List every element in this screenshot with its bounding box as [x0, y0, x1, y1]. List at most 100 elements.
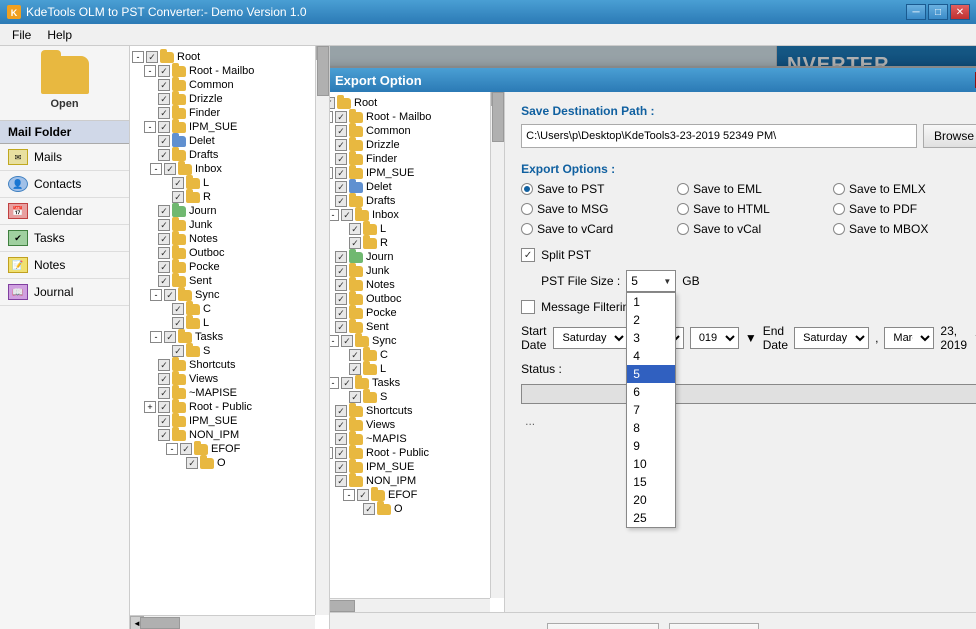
d-tree-sent[interactable]: Sent: [330, 320, 486, 334]
d-check-tasks[interactable]: [341, 377, 353, 389]
d-check-r[interactable]: [349, 237, 361, 249]
sidebar-item-journal[interactable]: 📖 Journal: [0, 279, 129, 306]
tree-item-tasks-folder[interactable]: - Tasks: [130, 330, 315, 344]
checkbox-nonipm[interactable]: [158, 429, 170, 441]
checkbox-drizzle[interactable]: [158, 93, 170, 105]
d-tree-notes[interactable]: Notes: [330, 278, 486, 292]
d-check-delet[interactable]: [335, 181, 347, 193]
radio-msg-circle[interactable]: [521, 203, 533, 215]
checkbox-ipm[interactable]: [158, 121, 170, 133]
checkbox-tasks[interactable]: [164, 331, 176, 343]
checkbox-notes[interactable]: [158, 233, 170, 245]
d-check-o[interactable]: [363, 503, 375, 515]
radio-pdf-circle[interactable]: [833, 203, 845, 215]
opt-5[interactable]: 5: [627, 365, 675, 383]
radio-pst-circle[interactable]: [521, 183, 533, 195]
d-tree-ipm[interactable]: - IPM_SUE: [330, 166, 486, 180]
tree-item-sync[interactable]: - Sync: [130, 288, 315, 302]
start-year-select[interactable]: 019: [690, 327, 739, 349]
tree-item-views[interactable]: Views: [130, 372, 315, 386]
d-check-l[interactable]: [349, 223, 361, 235]
opt-3[interactable]: 3: [627, 329, 675, 347]
d-expand-inbox[interactable]: -: [330, 209, 339, 221]
checkbox-root[interactable]: [146, 51, 158, 63]
d-check-l2[interactable]: [349, 363, 361, 375]
radio-eml-circle[interactable]: [677, 183, 689, 195]
d-tree-pocke[interactable]: Pocke: [330, 306, 486, 320]
checkbox-mapise[interactable]: [158, 387, 170, 399]
checkbox-junk[interactable]: [158, 219, 170, 231]
checkbox-l[interactable]: [172, 177, 184, 189]
expand-icon-public[interactable]: +: [144, 401, 156, 413]
tree-item-l2[interactable]: L: [130, 316, 315, 330]
d-tree-public[interactable]: + Root - Public: [330, 446, 486, 460]
checkbox-journ[interactable]: [158, 205, 170, 217]
tree-item-r[interactable]: R: [130, 190, 315, 204]
d-check-notes[interactable]: [335, 279, 347, 291]
tree-hscrollbar[interactable]: ◄: [130, 615, 315, 629]
d-scroll-thumb-v[interactable]: [492, 92, 504, 142]
msg-filter-checkbox[interactable]: [521, 300, 535, 314]
radio-vcard[interactable]: Save to vCard: [521, 222, 673, 236]
d-check-public[interactable]: [335, 447, 347, 459]
start-day-select[interactable]: Saturday: [553, 327, 628, 349]
checkbox-mailbox[interactable]: [158, 65, 170, 77]
checkbox-sent[interactable]: [158, 275, 170, 287]
tree-item-ipm-sue[interactable]: - IPM_SUE: [130, 120, 315, 134]
d-tree-views[interactable]: Views: [330, 418, 486, 432]
dialog-tree-scroll[interactable]: - Root - Root - Mailbo: [330, 92, 504, 612]
d-check-efof[interactable]: [357, 489, 369, 501]
d-tree-l[interactable]: L: [330, 222, 486, 236]
sidebar-item-notes[interactable]: 📝 Notes: [0, 252, 129, 279]
d-scroll-thumb-h[interactable]: [330, 600, 355, 612]
tree-item-root-mailbox[interactable]: - Root - Mailbo: [130, 64, 315, 78]
expand-icon-mailbox[interactable]: -: [144, 65, 156, 77]
d-check-shortcuts[interactable]: [335, 405, 347, 417]
d-check-outboc[interactable]: [335, 293, 347, 305]
tree-item-shortcuts[interactable]: Shortcuts: [130, 358, 315, 372]
d-check-journ[interactable]: [335, 251, 347, 263]
pst-size-select[interactable]: 5 ▼ 1 2 3 4 5 6: [626, 270, 676, 292]
d-check-finder[interactable]: [335, 153, 347, 165]
tree-item-delet[interactable]: Delet: [130, 134, 315, 148]
d-tree-ipm2[interactable]: IPM_SUE: [330, 460, 486, 474]
tree-vscrollbar[interactable]: ▲: [315, 46, 329, 615]
radio-msg[interactable]: Save to MSG: [521, 202, 673, 216]
tree-item-root[interactable]: - Root: [130, 50, 315, 64]
d-tree-mapise[interactable]: ~MAPIS: [330, 432, 486, 446]
maximize-button[interactable]: □: [928, 4, 948, 20]
radio-vcal-circle[interactable]: [677, 223, 689, 235]
d-tree-journ[interactable]: Journ: [330, 250, 486, 264]
d-expand-public[interactable]: +: [330, 447, 333, 459]
d-check-ipm2[interactable]: [335, 461, 347, 473]
d-check-sync[interactable]: [341, 335, 353, 347]
d-check-pocke[interactable]: [335, 307, 347, 319]
expand-icon-inbox[interactable]: -: [150, 163, 162, 175]
opt-9[interactable]: 9: [627, 437, 675, 455]
d-check-sent[interactable]: [335, 321, 347, 333]
tree-item-outboc[interactable]: Outboc: [130, 246, 315, 260]
d-tree-sync[interactable]: - Sync: [330, 334, 486, 348]
radio-emlx[interactable]: Save to EMLX: [833, 182, 976, 196]
opt-2[interactable]: 2: [627, 311, 675, 329]
d-tree-r[interactable]: R: [330, 236, 486, 250]
tree-item-l[interactable]: L: [130, 176, 315, 190]
opt-6[interactable]: 6: [627, 383, 675, 401]
tree-item-ipm-sue2[interactable]: IPM_SUE: [130, 414, 315, 428]
d-check-drafts[interactable]: [335, 195, 347, 207]
d-check-inbox[interactable]: [341, 209, 353, 221]
radio-mbox-circle[interactable]: [833, 223, 845, 235]
radio-html-circle[interactable]: [677, 203, 689, 215]
checkbox-ipm2[interactable]: [158, 415, 170, 427]
sidebar-item-tasks[interactable]: ✔ Tasks: [0, 225, 129, 252]
checkbox-public[interactable]: [158, 401, 170, 413]
checkbox-r[interactable]: [172, 191, 184, 203]
expand-icon-root[interactable]: -: [132, 51, 144, 63]
radio-vcard-circle[interactable]: [521, 223, 533, 235]
d-expand-mailbox[interactable]: -: [330, 111, 333, 123]
d-check-common[interactable]: [335, 125, 347, 137]
d-tree-l2[interactable]: L: [330, 362, 486, 376]
tree-item-non-ipm[interactable]: NON_IPM: [130, 428, 315, 442]
d-tree-inbox[interactable]: - Inbox: [330, 208, 486, 222]
tree-item-finder[interactable]: Finder: [130, 106, 315, 120]
